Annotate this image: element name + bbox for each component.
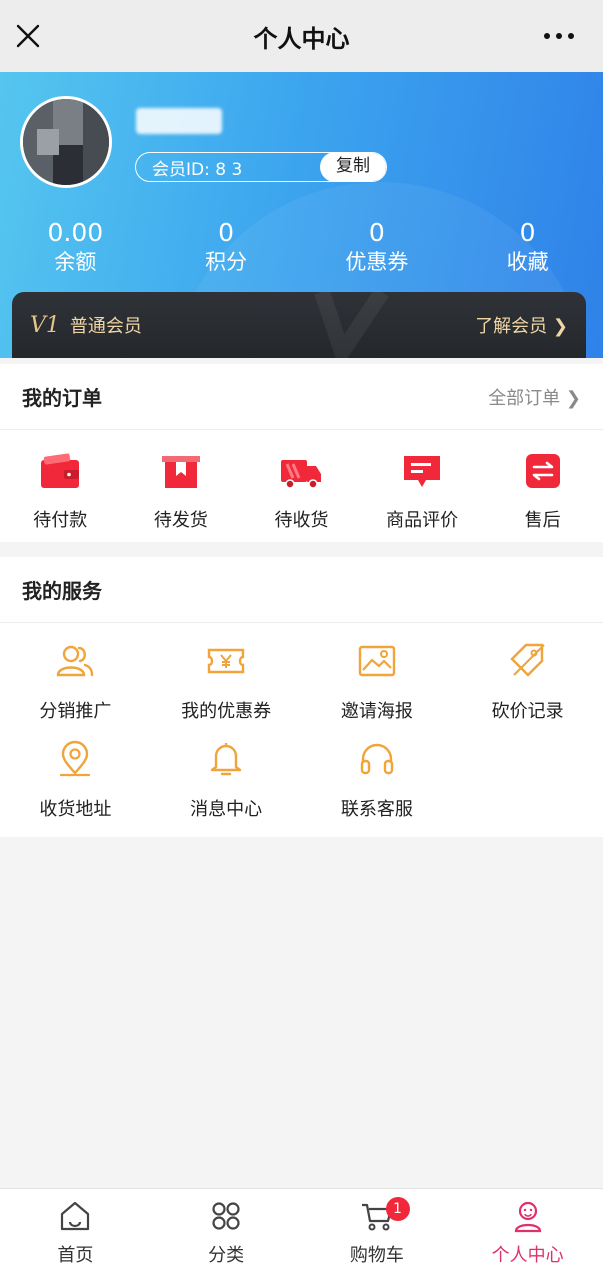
location-icon <box>60 740 91 777</box>
service-invite-poster[interactable]: 邀请海报 <box>302 641 453 739</box>
service-label: 邀请海报 <box>340 701 413 722</box>
stat-label: 余额 <box>54 250 97 274</box>
bottom-tab-bar: 首页 分类 1 购物车 个人中心 <box>0 1188 603 1270</box>
service-customer-support[interactable]: 联系客服 <box>302 739 453 837</box>
section-title: 我的服务 <box>22 579 102 603</box>
more-icon[interactable] <box>543 26 575 46</box>
package-icon <box>161 456 200 488</box>
stat-label: 优惠券 <box>345 250 409 274</box>
member-id-pill: 会员ID: 8 3 复制 <box>135 152 387 182</box>
headset-icon <box>360 743 394 775</box>
exchange-icon <box>525 454 560 488</box>
service-label: 分销推广 <box>39 701 112 722</box>
stat-value: 0 <box>218 218 235 247</box>
page-title: 个人中心 <box>253 24 350 53</box>
order-pending-receipt[interactable]: 待收货 <box>241 430 362 544</box>
stats-row: 0.00 余额 0 积分 0 优惠券 0 收藏 <box>0 218 603 278</box>
orders-header: 我的订单 全部订单 ❯ <box>0 364 603 430</box>
image-icon <box>358 645 396 677</box>
close-icon[interactable] <box>14 22 42 50</box>
truck-icon <box>281 460 322 489</box>
vip-watermark-icon <box>314 292 389 358</box>
services-header: 我的服务 <box>0 557 603 623</box>
order-review[interactable]: 商品评价 <box>362 430 483 544</box>
section-title: 我的订单 <box>22 386 102 410</box>
service-label: 消息中心 <box>190 799 263 820</box>
order-label: 待付款 <box>33 510 88 531</box>
user-icon <box>514 1201 541 1233</box>
member-id-text: 会员ID: 8 3 <box>152 159 243 180</box>
service-label: 砍价记录 <box>491 701 564 722</box>
profile-header: 会员ID: 8 3 复制 0.00 余额 0 积分 0 优惠券 0 收藏 V1 … <box>0 72 603 358</box>
order-label: 售后 <box>524 510 561 531</box>
order-label: 待发货 <box>153 510 208 531</box>
service-label: 我的优惠券 <box>181 701 272 722</box>
users-icon <box>57 645 94 677</box>
order-pending-payment[interactable]: 待付款 <box>0 430 121 544</box>
service-message-center[interactable]: 消息中心 <box>151 739 302 837</box>
stat-points[interactable]: 0 积分 <box>151 218 302 278</box>
order-after-sales[interactable]: 售后 <box>482 430 603 544</box>
vip-level-name: 普通会员 <box>69 316 142 337</box>
tab-cart[interactable]: 1 购物车 <box>302 1189 453 1270</box>
grid-icon <box>212 1202 240 1230</box>
cart-badge: 1 <box>385 1197 410 1221</box>
tab-profile[interactable]: 个人中心 <box>452 1189 603 1270</box>
service-my-coupons[interactable]: 我的优惠券 <box>151 641 302 739</box>
stat-label: 收藏 <box>506 250 549 274</box>
bell-icon <box>210 743 242 776</box>
top-bar: 个人中心 <box>0 0 603 72</box>
tab-category[interactable]: 分类 <box>151 1189 302 1270</box>
stat-value: 0 <box>368 218 385 247</box>
all-orders-link[interactable]: 全部订单 ❯ <box>488 384 581 410</box>
username-blurred <box>136 108 222 134</box>
stat-balance[interactable]: 0.00 余额 <box>0 218 151 278</box>
bottom-safe-area <box>0 1264 603 1270</box>
services-section: 我的服务 分销推广 我的优惠券 邀请海报 砍价记录 收货地址 消息中心 联系客服 <box>0 557 603 837</box>
order-label: 商品评价 <box>386 510 459 531</box>
order-status-row: 待付款 待发货 待收货 商品评价 售后 <box>0 430 603 544</box>
coupon-icon <box>207 648 245 674</box>
comment-icon <box>404 456 441 487</box>
stat-coupons[interactable]: 0 优惠券 <box>302 218 453 278</box>
tab-home[interactable]: 首页 <box>0 1189 151 1270</box>
vip-level-badge: V1 <box>30 312 60 338</box>
service-shipping-address[interactable]: 收货地址 <box>0 739 151 837</box>
learn-membership-link[interactable]: 了解会员 ❯ <box>475 312 568 338</box>
service-distribution[interactable]: 分销推广 <box>0 641 151 739</box>
avatar[interactable] <box>20 96 112 188</box>
service-label: 收货地址 <box>39 799 112 820</box>
stat-favorites[interactable]: 0 收藏 <box>452 218 603 278</box>
copy-button[interactable]: 复制 <box>320 153 386 181</box>
order-pending-shipment[interactable]: 待发货 <box>121 430 242 544</box>
service-label: 联系客服 <box>340 799 413 820</box>
order-label: 待收货 <box>274 510 329 531</box>
orders-section: 我的订单 全部订单 ❯ 待付款 待发货 待收货 商品评价 售后 <box>0 364 603 542</box>
wallet-icon <box>41 453 80 488</box>
stat-label: 积分 <box>205 250 248 274</box>
tag-icon <box>509 643 545 677</box>
stat-value: 0.00 <box>47 218 104 247</box>
home-icon <box>61 1201 90 1231</box>
vip-card[interactable]: V1 普通会员 了解会员 ❯ <box>12 292 586 358</box>
service-bargain-records[interactable]: 砍价记录 <box>452 641 603 739</box>
stat-value: 0 <box>519 218 536 247</box>
services-grid: 分销推广 我的优惠券 邀请海报 砍价记录 收货地址 消息中心 联系客服 <box>0 623 603 837</box>
